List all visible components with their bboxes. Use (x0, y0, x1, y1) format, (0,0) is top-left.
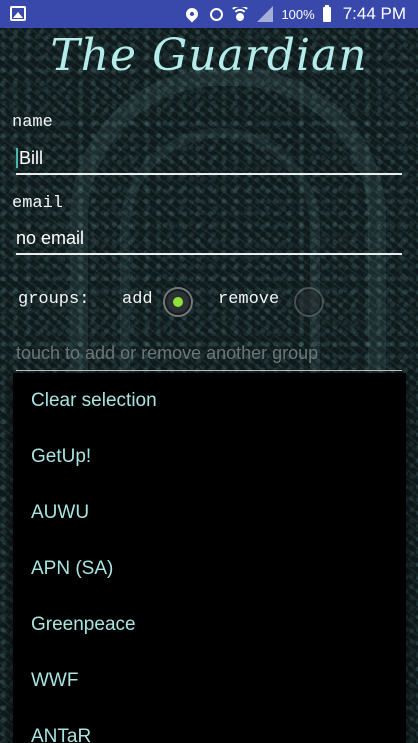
location-icon (183, 5, 201, 23)
dropdown-item-label: APN (SA) (31, 558, 114, 579)
app-screen: 100% 7:44 PM The Guardian name Bill emai… (0, 0, 418, 743)
group-input-placeholder: touch to add or remove another group (16, 343, 319, 363)
groups-label: groups: (18, 290, 90, 309)
dropdown-item-getup[interactable]: GetUp! (13, 429, 406, 485)
battery-percentage: 100% (281, 6, 315, 22)
image-icon (10, 6, 26, 21)
wifi-icon (231, 7, 249, 21)
dropdown-item-apn-sa[interactable]: APN (SA) (13, 541, 406, 597)
dropdown-item-label: Clear selection (31, 390, 157, 411)
status-icons: 100% 7:44 PM (183, 0, 406, 28)
dropdown-item-label: Greenpeace (31, 614, 136, 635)
text-caret (16, 148, 18, 168)
remove-radio-button[interactable] (294, 287, 324, 317)
name-field[interactable]: Bill (16, 140, 402, 175)
email-label: email (12, 194, 64, 213)
app-title: The Guardian (50, 30, 368, 81)
signal-icon (257, 6, 274, 22)
dropdown-item-label: ANTaR (31, 726, 92, 743)
remove-label: remove (218, 290, 280, 309)
dropdown-item-clear-selection[interactable]: Clear selection (13, 373, 406, 429)
groups-row: groups: add remove (18, 287, 418, 317)
name-label: name (12, 113, 53, 132)
dropdown-item-antar[interactable]: ANTaR (13, 709, 406, 743)
group-select-input[interactable]: touch to add or remove another group (16, 338, 402, 371)
battery-icon (322, 4, 331, 22)
dropdown-item-label: AUWU (31, 502, 90, 523)
email-value: no email (16, 228, 85, 248)
status-bar: 100% 7:44 PM (0, 0, 418, 28)
add-radio-button[interactable] (163, 287, 193, 317)
dropdown-item-label: WWF (31, 670, 79, 691)
email-field[interactable]: no email (16, 220, 402, 255)
dropdown-item-greenpeace[interactable]: Greenpeace (13, 597, 406, 653)
status-time: 7:44 PM (342, 4, 406, 23)
name-value: Bill (19, 148, 44, 168)
dropdown-item-label: GetUp! (31, 446, 92, 467)
alarm-icon (210, 7, 224, 21)
group-dropdown-list: Clear selection GetUp! AUWU APN (SA) Gre… (13, 373, 406, 743)
dropdown-item-auwu[interactable]: AUWU (13, 485, 406, 541)
add-label: add (122, 290, 153, 309)
dropdown-item-wwf[interactable]: WWF (13, 653, 406, 709)
